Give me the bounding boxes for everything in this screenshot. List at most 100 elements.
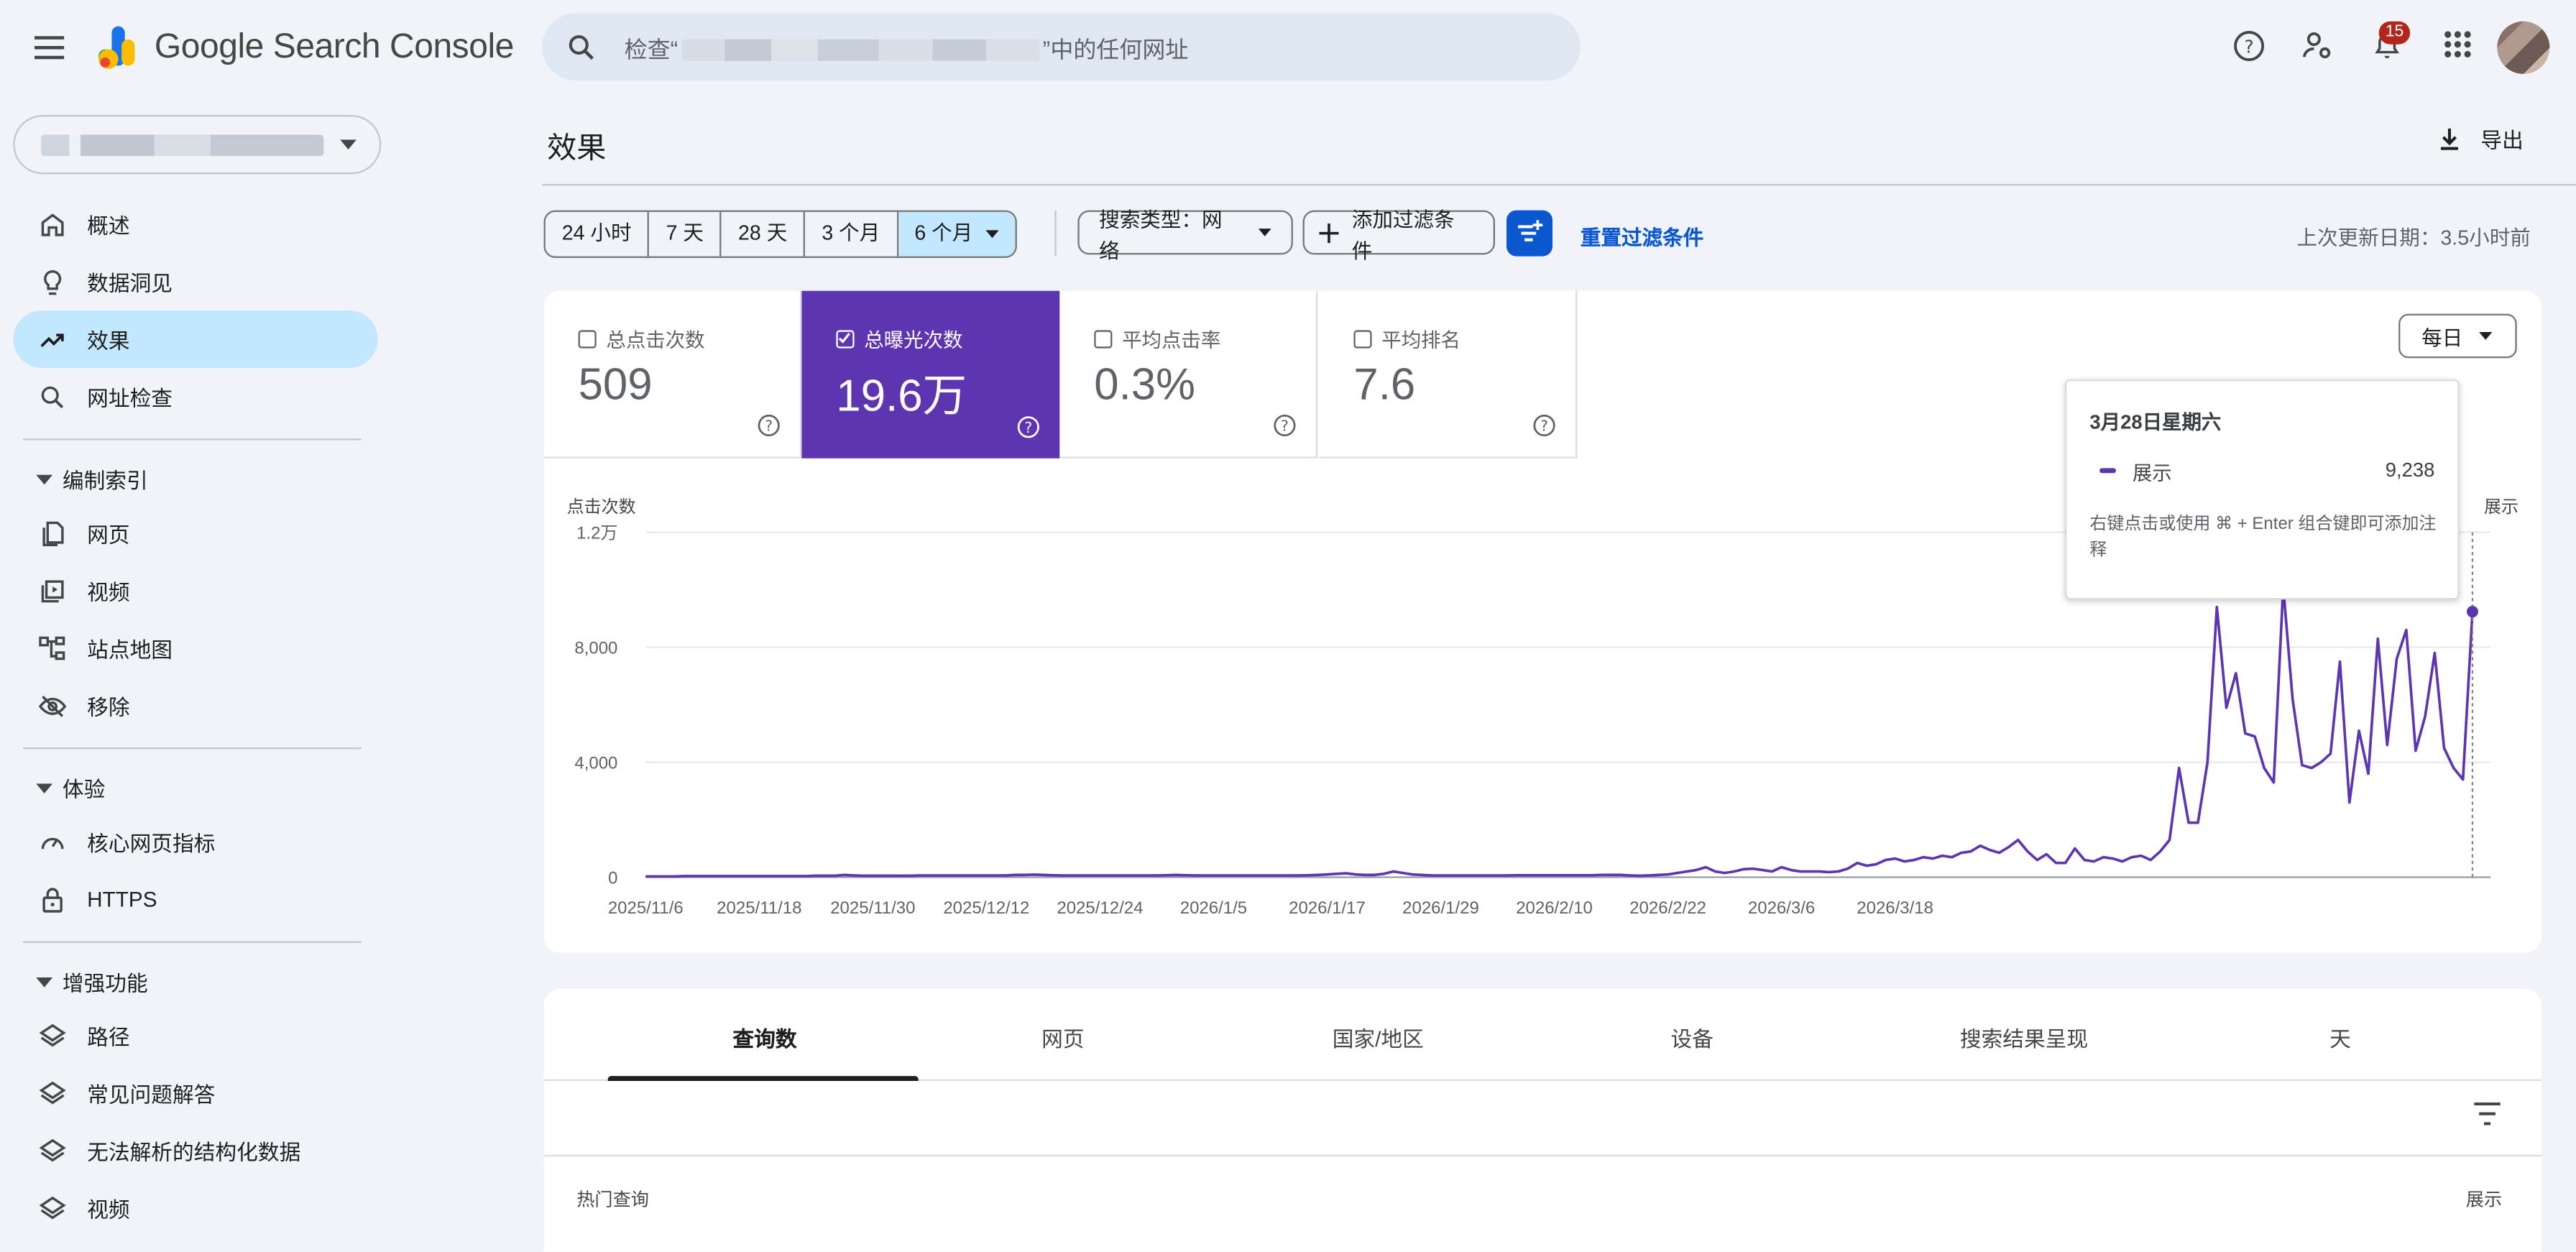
plus-icon — [1319, 222, 1339, 242]
layers-icon — [39, 1023, 66, 1047]
export-button[interactable]: 导出 — [2434, 123, 2524, 154]
breakdown-table-card: 查询数 网页 国家/地区 设备 搜索结果呈现 天 热门查询 展示 — [543, 988, 2542, 1252]
sidebar-item-url-inspection[interactable]: 网址检查 — [13, 368, 377, 425]
sidebar-item-overview[interactable]: 概述 — [13, 195, 377, 253]
help-icon[interactable]: ? — [758, 414, 781, 437]
granularity-dropdown[interactable]: 每日 — [2398, 313, 2517, 359]
sidebar-item-label: 移除 — [87, 694, 130, 720]
svg-text:?: ? — [765, 418, 773, 435]
metric-average-ctr[interactable]: 平均点击率 0.3% ? — [1059, 290, 1318, 459]
chart-tooltip: 3月28日星期六 展示 9,238 右键点击或使用 ⌘ + Enter 组合键即… — [2065, 379, 2460, 600]
tab-search-appearance[interactable]: 搜索结果呈现 — [1960, 1022, 2088, 1053]
apps-grid-icon[interactable] — [2443, 29, 2472, 59]
checkbox-unchecked — [1353, 330, 1372, 349]
layers-icon — [39, 1196, 66, 1220]
filter-list-icon[interactable] — [2474, 1102, 2501, 1126]
account-avatar[interactable] — [2497, 21, 2550, 74]
collapse-caret-icon — [36, 783, 53, 793]
user-settings-icon[interactable] — [2301, 29, 2334, 63]
x-tick-label: 2025/12/24 — [1057, 898, 1143, 918]
date-range-7d[interactable]: 7 天 — [650, 211, 722, 257]
download-icon — [2440, 127, 2458, 149]
sidebar-item-https[interactable]: HTTPS — [13, 870, 377, 928]
filter-options-button[interactable] — [1506, 210, 1552, 257]
sidebar-item-label: 视频 — [87, 1197, 130, 1223]
tab-countries[interactable]: 国家/地区 — [1333, 1022, 1424, 1053]
date-range-3m[interactable]: 3 个月 — [805, 211, 898, 257]
tab-pages[interactable]: 网页 — [1041, 1022, 1084, 1053]
chevron-down-icon — [1259, 229, 1272, 236]
collapse-caret-icon — [36, 474, 53, 484]
sidebar-item-label: 站点地图 — [87, 637, 173, 663]
sidebar-divider — [22, 438, 362, 441]
help-icon[interactable]: ? — [1533, 414, 1556, 437]
sidebar-item-insights[interactable]: 数据洞见 — [13, 253, 377, 310]
search-type-filter[interactable]: 搜索类型：网络 — [1077, 208, 1293, 262]
date-range-24h[interactable]: 24 小时 — [546, 211, 650, 257]
tab-devices[interactable]: 设备 — [1671, 1022, 1714, 1053]
sidebar-section-experience[interactable]: 体验 — [36, 772, 105, 803]
x-tick-label: 2026/2/22 — [1629, 898, 1706, 918]
metric-value: 7.6 — [1353, 359, 1416, 410]
sidebar-item-faq[interactable]: 常见问题解答 — [13, 1064, 377, 1122]
sidebar-item-performance[interactable]: 效果 — [13, 310, 378, 368]
redacted-domain — [681, 39, 1040, 61]
metric-value: 0.3% — [1094, 359, 1195, 410]
sidebar-item-label: HTTPS — [87, 887, 157, 912]
column-header-top-queries[interactable]: 热门查询 — [576, 1186, 649, 1212]
hamburger-icon — [34, 36, 65, 60]
collapse-caret-icon — [36, 976, 53, 987]
checkbox-unchecked — [1094, 330, 1113, 349]
sidebar-section-indexing[interactable]: 编制索引 — [36, 464, 148, 494]
sidebar-item-label: 路径 — [87, 1025, 130, 1050]
notification-badge: 15 — [2378, 21, 2411, 45]
y-tick-label: 1.2万 — [576, 524, 617, 543]
metric-total-clicks[interactable]: 总点击次数 509 ? — [543, 290, 802, 459]
visibility-off-icon — [38, 695, 67, 717]
sidebar-item-label: 效果 — [87, 328, 130, 354]
redacted-property — [41, 134, 324, 157]
x-tick-label: 2025/11/30 — [830, 898, 915, 918]
metric-average-position[interactable]: 平均排名 7.6 ? — [1319, 290, 1578, 459]
sidebar-item-pages[interactable]: 网页 — [13, 505, 377, 562]
property-selector[interactable] — [13, 114, 382, 175]
help-icon[interactable]: ? — [1273, 414, 1296, 437]
main-menu-button[interactable] — [29, 27, 72, 69]
app-title: Google Search Console — [154, 27, 515, 66]
sidebar-item-removals[interactable]: 移除 — [13, 677, 377, 735]
sidebar-item-unparsable-structured-data[interactable]: 无法解析的结构化数据 — [13, 1122, 377, 1179]
date-range-6m[interactable]: 6 个月 — [898, 211, 1016, 257]
tab-queries[interactable]: 查询数 — [732, 1022, 796, 1053]
header-divider — [542, 183, 2576, 186]
sidebar-item-core-web-vitals[interactable]: 核心网页指标 — [13, 813, 377, 870]
sidebar-section-enhancements[interactable]: 增强功能 — [36, 966, 148, 997]
help-icon[interactable]: ? — [1017, 415, 1040, 438]
y-tick-label: 8,000 — [574, 639, 617, 658]
reset-filters-link[interactable]: 重置过滤条件 — [1581, 220, 1703, 251]
active-tab-indicator — [607, 1076, 919, 1081]
sidebar-item-videos[interactable]: 视频 — [13, 562, 377, 620]
sidebar-item-sitemaps[interactable]: 站点地图 — [13, 620, 377, 677]
sidebar-item-video-enhancement[interactable]: 视频 — [13, 1179, 377, 1237]
filter-add-icon — [1517, 220, 1543, 241]
app-logo[interactable]: Google Search Console — [96, 23, 514, 73]
sitemap-icon — [39, 636, 65, 660]
video-icon — [41, 580, 64, 603]
svg-text:?: ? — [1281, 418, 1289, 435]
lock-icon — [42, 888, 63, 913]
x-tick-label: 2025/11/6 — [608, 898, 684, 918]
x-tick-label: 2026/1/29 — [1402, 898, 1479, 918]
search-placeholder: 检查“ ”中的任何网址 — [624, 36, 1189, 63]
column-header-impressions[interactable]: 展示 — [2466, 1186, 2502, 1212]
svg-text:?: ? — [1540, 418, 1548, 435]
metric-total-impressions[interactable]: 总曝光次数 19.6万 ? — [801, 290, 1060, 459]
help-icon[interactable]: ? — [2232, 29, 2266, 63]
tab-dates[interactable]: 天 — [2329, 1022, 2351, 1053]
date-range-28d[interactable]: 28 天 — [722, 211, 806, 257]
page-root: Google Search Console 检查“ ”中的任何网址 ? 15 概述… — [0, 0, 2576, 1252]
sidebar-item-breadcrumbs[interactable]: 路径 — [13, 1007, 377, 1064]
y-tick-label: 0 — [608, 869, 617, 888]
add-filter-button[interactable]: 添加过滤条件 — [1302, 208, 1495, 262]
export-label: 导出 — [2480, 128, 2524, 153]
url-inspect-search[interactable]: 检查“ ”中的任何网址 — [542, 13, 1581, 80]
